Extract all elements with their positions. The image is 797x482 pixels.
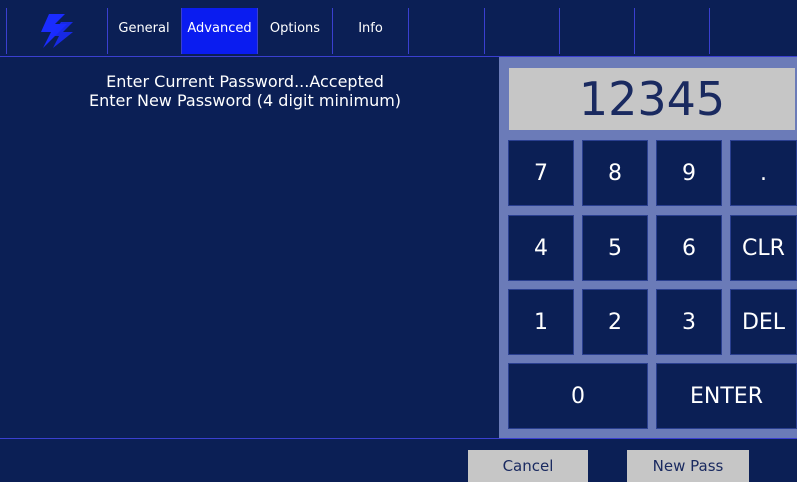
tab-options[interactable]: Options [258,8,333,54]
lightning-logo-icon [41,14,73,48]
password-display: 12345 [509,68,795,130]
tab-info[interactable]: Info [333,8,409,54]
key-1[interactable]: 1 [508,289,574,355]
status-line-1: Enter Current Password...Accepted [106,72,384,91]
key-decimal[interactable]: . [730,140,797,206]
tab-advanced[interactable]: Advanced [182,8,258,54]
tab-empty-slot [484,8,560,54]
tab-empty-slot [409,8,485,54]
key-9[interactable]: 9 [656,140,722,206]
new-pass-button[interactable]: New Pass [627,450,749,482]
logo [6,8,108,54]
key-clear[interactable]: CLR [730,215,797,281]
key-0[interactable]: 0 [508,363,648,429]
footer-divider [0,438,797,439]
key-delete[interactable]: DEL [730,289,797,355]
key-2[interactable]: 2 [582,289,648,355]
key-enter[interactable]: ENTER [656,363,797,429]
tab-empty-slot [634,8,710,54]
key-6[interactable]: 6 [656,215,722,281]
key-7[interactable]: 7 [508,140,574,206]
tab-empty-slot [559,8,635,54]
top-nav-bar: General Advanced Options Info [0,0,797,57]
tab-general[interactable]: General [107,8,182,54]
key-4[interactable]: 4 [508,215,574,281]
key-5[interactable]: 5 [582,215,648,281]
status-message: Enter Current Password...Accepted Enter … [20,72,470,110]
status-line-2: Enter New Password (4 digit minimum) [88,91,402,110]
tab-empty-slot [709,8,797,54]
cancel-button[interactable]: Cancel [468,450,588,482]
key-3[interactable]: 3 [656,289,722,355]
key-8[interactable]: 8 [582,140,648,206]
